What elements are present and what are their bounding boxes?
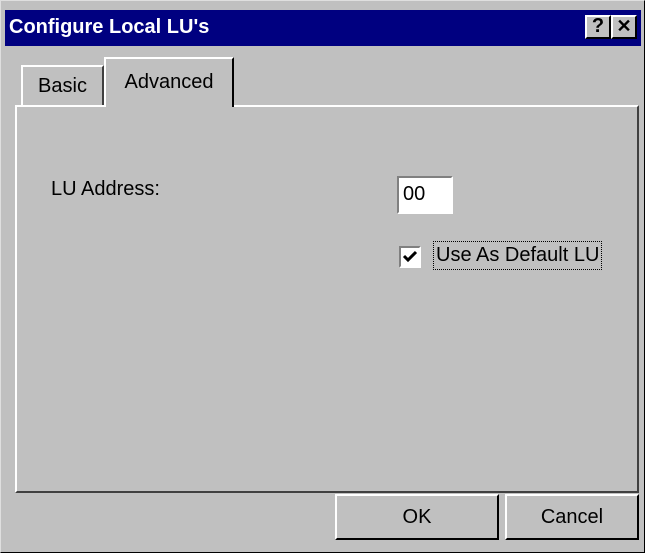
configure-local-lu-dialog: Configure Local LU's ? ✕ Basic Advanced … xyxy=(0,0,645,553)
lu-address-label: LU Address: xyxy=(51,178,160,200)
default-lu-label[interactable]: Use As Default LU xyxy=(433,241,603,270)
cancel-button[interactable]: Cancel xyxy=(505,494,639,540)
ok-button[interactable]: OK xyxy=(335,494,499,540)
close-icon[interactable]: ✕ xyxy=(611,15,637,39)
lu-address-input[interactable]: 00 xyxy=(397,176,453,214)
advanced-tab-panel xyxy=(15,105,639,493)
tab-join xyxy=(106,103,230,107)
checkmark-icon xyxy=(402,250,418,263)
title-bar[interactable]: Configure Local LU's ? ✕ xyxy=(5,10,641,46)
help-icon[interactable]: ? xyxy=(585,15,611,39)
tab-advanced[interactable]: Advanced xyxy=(104,57,234,107)
tab-basic[interactable]: Basic xyxy=(21,65,104,107)
default-lu-checkbox[interactable] xyxy=(399,246,421,268)
window-title: Configure Local LU's xyxy=(9,16,210,38)
